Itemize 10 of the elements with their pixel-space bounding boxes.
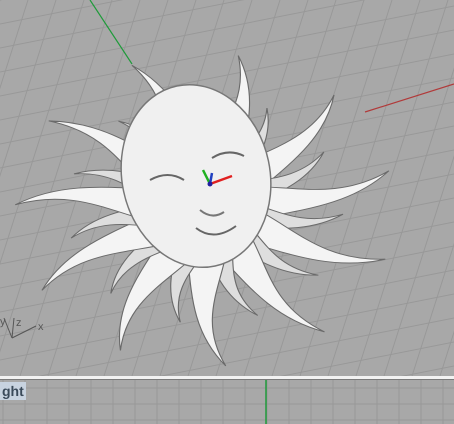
axis-label: y bbox=[0, 316, 6, 328]
axes-icon bbox=[4, 318, 36, 338]
axis-label: z bbox=[16, 317, 22, 329]
y-axis-line bbox=[265, 380, 267, 424]
gumball-icon[interactable] bbox=[202, 169, 232, 186]
y-axis-line bbox=[90, 0, 132, 64]
viewport-title[interactable]: ght bbox=[0, 382, 26, 400]
axis-label: x bbox=[38, 321, 44, 333]
top-viewport[interactable]: ght bbox=[0, 380, 454, 424]
perspective-viewport[interactable]: y z x bbox=[0, 0, 454, 376]
